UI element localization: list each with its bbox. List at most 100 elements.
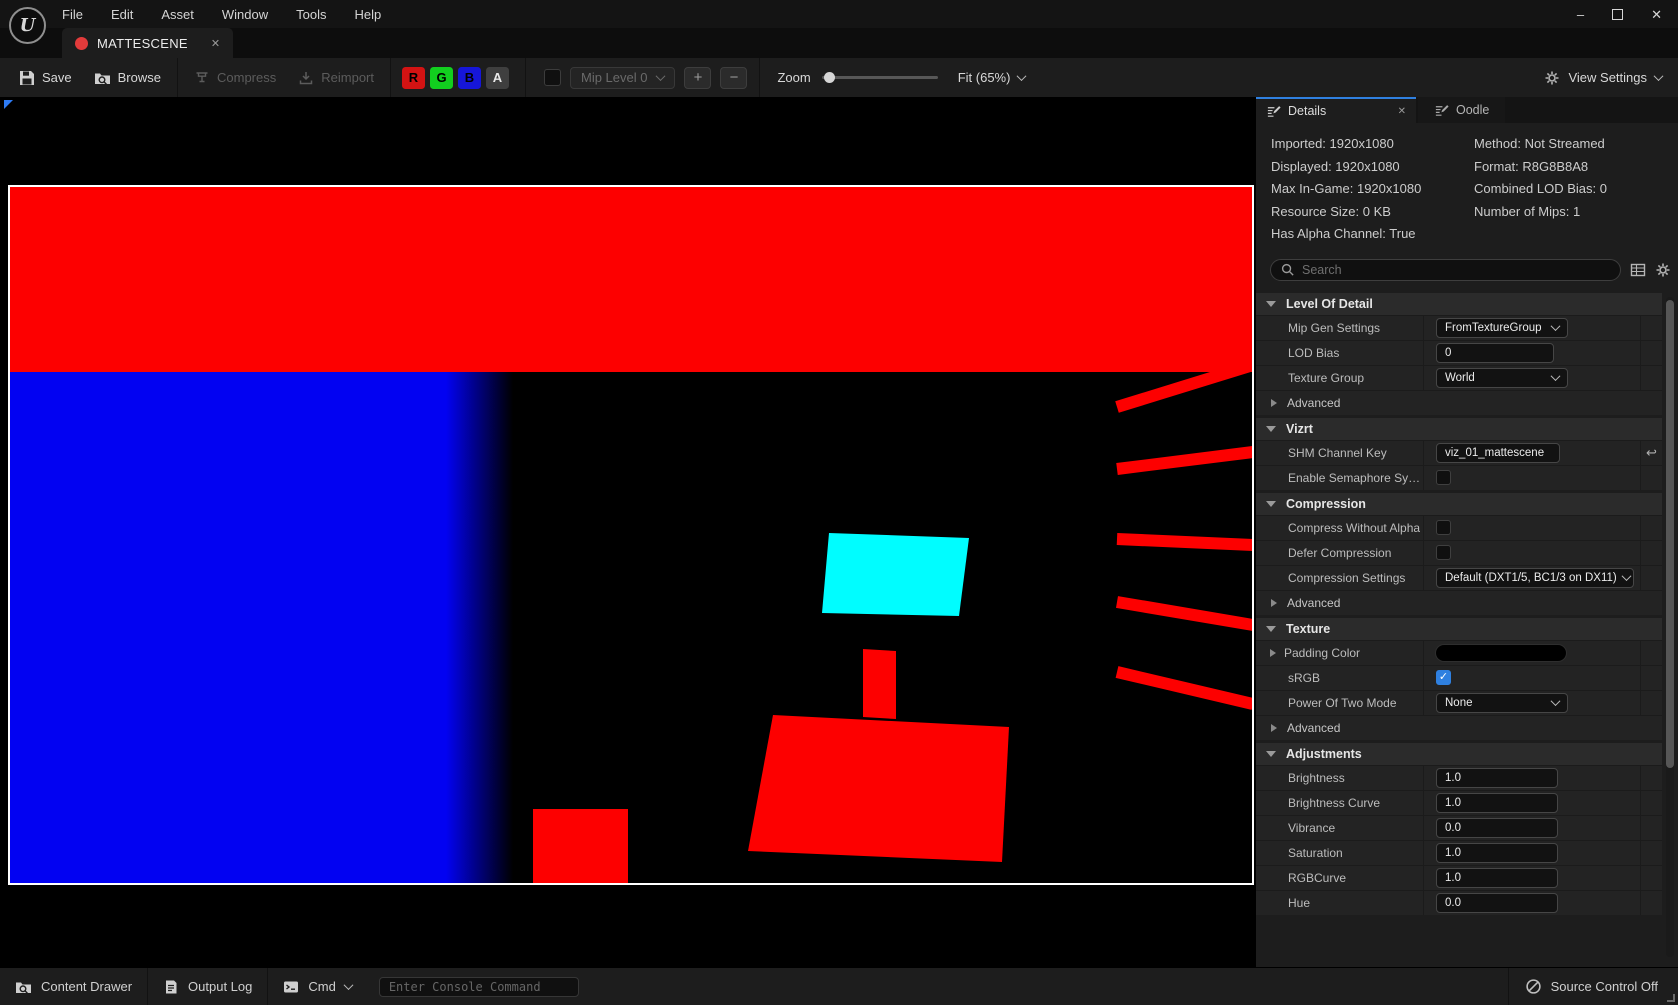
source-control-button[interactable]: Source Control Off xyxy=(1508,968,1678,1005)
texture-image[interactable] xyxy=(8,185,1254,885)
blue-channel-button[interactable]: B xyxy=(458,67,481,89)
panel-scrollbar[interactable] xyxy=(1666,297,1674,957)
reimport-button[interactable]: Reimport xyxy=(287,58,385,97)
property-row-compress-without-alpha: Compress Without Alpha xyxy=(1256,515,1662,540)
red-top-band xyxy=(9,187,1253,372)
section-header-level-of-detail[interactable]: Level Of Detail xyxy=(1256,293,1662,315)
zoom-slider[interactable] xyxy=(822,76,938,79)
row-gutter xyxy=(1640,891,1662,915)
dropdown-mip-gen-settings[interactable]: FromTextureGroup xyxy=(1436,318,1568,338)
mip-plus-button[interactable]: + xyxy=(684,67,711,89)
tab-details[interactable]: Details ✕ xyxy=(1256,97,1416,123)
mip-level-checkbox[interactable] xyxy=(544,69,561,86)
row-gutter xyxy=(1640,641,1662,665)
row-gutter xyxy=(1640,341,1662,365)
checkbox-enable-semaphore-synch[interactable] xyxy=(1436,470,1451,485)
zoom-slider-knob[interactable] xyxy=(824,72,835,83)
input-vibrance[interactable]: 0.0 xyxy=(1436,818,1558,838)
mip-level-dropdown[interactable]: Mip Level 0 xyxy=(570,67,675,89)
unreal-logo-icon[interactable]: U xyxy=(9,7,46,44)
tab-oodle[interactable]: Oodle xyxy=(1418,97,1505,123)
property-row-advanced[interactable]: Advanced xyxy=(1256,390,1662,415)
dropdown-texture-group[interactable]: World xyxy=(1436,368,1568,388)
texture-preview-viewport[interactable] xyxy=(0,97,1256,967)
compress-button[interactable]: Compress xyxy=(183,58,287,97)
chevron-down-icon xyxy=(1654,71,1664,81)
window-resize-grip[interactable] xyxy=(1667,994,1675,1002)
green-channel-button[interactable]: G xyxy=(430,67,453,89)
dropdown-compression-settings[interactable]: Default (DXT1/5, BC1/3 on DX11) xyxy=(1436,568,1634,588)
menu-edit[interactable]: Edit xyxy=(111,7,133,22)
content-drawer-button[interactable]: Content Drawer xyxy=(0,968,147,1005)
property-row-advanced[interactable]: Advanced xyxy=(1256,590,1662,615)
menu-window[interactable]: Window xyxy=(222,7,268,22)
info-method: Method: Not Streamed xyxy=(1474,136,1678,159)
info-max-in-game: Max In-Game: 1920x1080 xyxy=(1271,181,1474,204)
display-filter-grid-icon[interactable] xyxy=(1630,262,1646,278)
property-row-vibrance: Vibrance0.0 xyxy=(1256,815,1662,840)
input-brightness[interactable]: 1.0 xyxy=(1436,768,1558,788)
row-gutter xyxy=(1640,366,1662,390)
info-imported: Imported: 1920x1080 xyxy=(1271,136,1474,159)
chevron-down-icon xyxy=(656,71,666,81)
panel-scrollbar-thumb[interactable] xyxy=(1666,300,1674,768)
minimize-button[interactable]: – xyxy=(1577,8,1584,21)
mip-minus-button[interactable]: − xyxy=(720,67,747,89)
tab-mattescene[interactable]: MATTESCENE ✕ xyxy=(62,28,233,58)
menu-asset[interactable]: Asset xyxy=(161,7,194,22)
row-gutter xyxy=(1640,791,1662,815)
maximize-button[interactable] xyxy=(1612,9,1623,20)
unsaved-changes-dot xyxy=(75,37,88,50)
console-command-field[interactable] xyxy=(379,977,579,997)
alpha-channel-button[interactable]: A xyxy=(486,67,509,89)
input-shm-channel-key[interactable]: viz_01_mattescene xyxy=(1436,443,1560,463)
close-window-button[interactable]: ✕ xyxy=(1651,8,1662,21)
input-hue[interactable]: 0.0 xyxy=(1436,893,1558,913)
save-button[interactable]: Save xyxy=(8,58,83,97)
search-icon xyxy=(1280,262,1295,277)
property-row-texture-group: Texture GroupWorld xyxy=(1256,365,1662,390)
details-panel: Details ✕ Oodle Imported: 1920x1080Displ… xyxy=(1256,97,1678,967)
settings-gear-icon[interactable] xyxy=(1655,262,1671,278)
dropdown-power-of-two-mode[interactable]: None xyxy=(1436,693,1568,713)
input-brightness-curve[interactable]: 1.0 xyxy=(1436,793,1558,813)
property-row-advanced[interactable]: Advanced xyxy=(1256,715,1662,740)
info-format: Format: R8G8B8A8 xyxy=(1474,159,1678,182)
cmd-dropdown[interactable]: Cmd xyxy=(268,968,366,1005)
checkbox-defer-compression[interactable] xyxy=(1436,545,1451,560)
color-swatch-padding-color[interactable] xyxy=(1436,645,1566,661)
section-header-compression[interactable]: Compression xyxy=(1256,493,1662,515)
reset-to-default-icon[interactable]: ↩ xyxy=(1646,446,1657,459)
search-input[interactable] xyxy=(1302,263,1611,277)
red-channel-button[interactable]: R xyxy=(402,67,425,89)
menu-help[interactable]: Help xyxy=(354,7,381,22)
output-log-button[interactable]: Output Log xyxy=(148,968,267,1005)
section-header-texture[interactable]: Texture xyxy=(1256,618,1662,640)
close-tab-icon[interactable]: ✕ xyxy=(211,37,221,50)
checkbox-srgb[interactable]: ✓ xyxy=(1436,670,1451,685)
close-details-tab-icon[interactable]: ✕ xyxy=(1398,106,1406,117)
menu-file[interactable]: File xyxy=(62,7,83,22)
expand-arrow-icon[interactable] xyxy=(1270,649,1276,657)
zoom-label: Zoom xyxy=(777,70,810,85)
row-gutter xyxy=(1640,666,1662,690)
input-rgbcurve[interactable]: 1.0 xyxy=(1436,868,1558,888)
input-lod-bias[interactable]: 0 xyxy=(1436,343,1554,363)
red-stripe-3 xyxy=(1117,539,1253,545)
checkbox-compress-without-alpha[interactable] xyxy=(1436,520,1451,535)
red-small-square xyxy=(533,809,628,884)
fit-dropdown[interactable]: Fit (65%) xyxy=(958,70,1026,85)
property-row-hue: Hue0.0 xyxy=(1256,890,1662,915)
console-command-input[interactable] xyxy=(389,980,569,994)
section-header-vizrt[interactable]: Vizrt xyxy=(1256,418,1662,440)
expand-arrow-icon xyxy=(1271,724,1277,732)
section-header-adjustments[interactable]: Adjustments xyxy=(1256,743,1662,765)
browse-button[interactable]: Browse xyxy=(83,58,172,97)
input-saturation[interactable]: 1.0 xyxy=(1436,843,1558,863)
menu-tools[interactable]: Tools xyxy=(296,7,326,22)
search-box[interactable] xyxy=(1270,259,1621,281)
view-settings-button[interactable]: View Settings xyxy=(1544,70,1662,86)
property-row-srgb: sRGB✓ xyxy=(1256,665,1662,690)
cyan-quad xyxy=(822,533,969,616)
collapse-arrow-icon xyxy=(1266,501,1276,507)
